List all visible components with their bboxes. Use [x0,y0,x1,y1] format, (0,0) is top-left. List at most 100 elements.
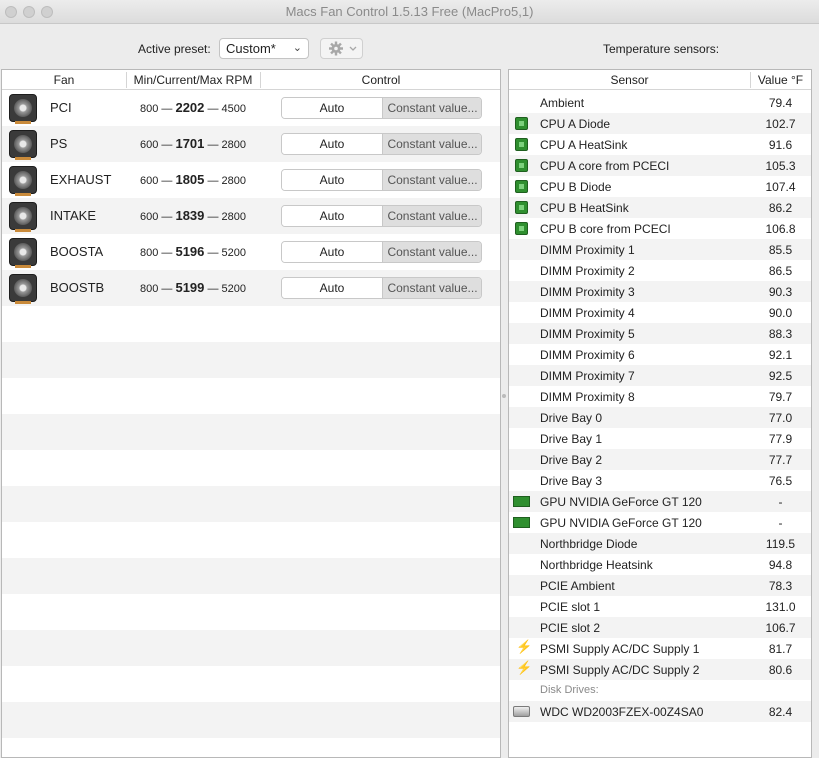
fan-rpm: 600 — 1701 — 2800 [127,136,259,151]
sensor-row[interactable]: CPU B core from PCECI 106.8 [509,218,811,239]
fan-rpm: 800 — 2202 — 4500 [127,100,259,115]
sensor-value: 79.4 [768,96,793,110]
sensor-name: DIMM Proximity 2 [540,264,635,278]
sensor-row[interactable]: DIMM Proximity 5 88.3 [509,323,811,344]
sensor-row[interactable]: CPU B Diode 107.4 [509,176,811,197]
sensor-row[interactable]: GPU NVIDIA GeForce GT 120 - [509,491,811,512]
sensor-value: - [778,516,783,530]
split-view-handle[interactable] [502,394,506,398]
sensor-row[interactable]: CPU B HeatSink 86.2 [509,197,811,218]
sensor-row[interactable]: ⚡ PSMI Supply AC/DC Supply 1 81.7 [509,638,811,659]
constant-value-button[interactable]: Constant value... [382,206,481,226]
sensor-row[interactable]: DIMM Proximity 6 92.1 [509,344,811,365]
rpm-separator: — [161,175,173,187]
sensor-name: CPU A core from PCECI [540,159,670,173]
chevron-down-icon: ⌄ [292,42,302,54]
sensor-name: DIMM Proximity 5 [540,327,635,341]
sensor-value: 82.4 [768,705,793,719]
sensor-name: CPU A HeatSink [540,138,628,152]
sensor-row[interactable]: Drive Bay 3 76.5 [509,470,811,491]
sensor-row[interactable]: Northbridge Heatsink 94.8 [509,554,811,575]
fan-rpm: 600 — 1805 — 2800 [127,172,259,187]
fan-row: EXHAUST 600 — 1805 — 2800 Auto Constant val… [2,162,500,198]
chip-icon [515,222,528,235]
fan-name: INTAKE [50,208,96,223]
preset-select[interactable]: Custom* ⌄ [219,38,309,59]
active-preset-label: Active preset: [138,42,211,56]
sensor-row[interactable]: DIMM Proximity 2 86.5 [509,260,811,281]
sensor-row[interactable]: Ambient 79.4 [509,92,811,113]
empty-row [2,342,500,378]
constant-value-button[interactable]: Constant value... [382,98,481,118]
sensor-table-header: Sensor Value °F [509,70,811,90]
bolt-icon: ⚡ [516,639,533,654]
sensor-row[interactable]: Drive Bay 0 77.0 [509,407,811,428]
column-header-fan[interactable]: Fan [2,73,126,87]
fan-rpm-max: 4500 [221,103,246,115]
sensor-row[interactable]: DIMM Proximity 7 92.5 [509,365,811,386]
sensor-row[interactable]: PCIE Ambient 78.3 [509,575,811,596]
rpm-separator: — [161,139,173,151]
fan-panel: Fan Min/Current/Max RPM Control PCI 800 —… [1,69,501,758]
column-header-sensor[interactable]: Sensor [509,73,750,87]
auto-button[interactable]: Auto [282,134,382,154]
disk-icon [513,706,530,717]
column-header-control[interactable]: Control [260,73,500,87]
fan-rpm-max: 2800 [221,175,246,187]
sensor-value: 131.0 [765,600,796,614]
auto-button[interactable]: Auto [282,170,382,190]
fan-rpm: 600 — 1839 — 2800 [127,208,259,223]
sensor-name: Northbridge Heatsink [540,558,653,572]
constant-value-button[interactable]: Constant value... [382,242,481,262]
auto-button[interactable]: Auto [282,278,382,298]
sensor-row[interactable]: DIMM Proximity 3 90.3 [509,281,811,302]
rpm-separator: — [207,283,219,295]
sensor-row[interactable]: Drive Bay 1 77.9 [509,428,811,449]
gear-icon [329,41,357,56]
sensor-row[interactable]: GPU NVIDIA GeForce GT 120 - [509,512,811,533]
sensor-value: 85.5 [768,243,793,257]
fan-icon [9,94,37,124]
constant-value-button[interactable]: Constant value... [382,134,481,154]
sensor-name: Drive Bay 2 [540,453,603,467]
fan-rpm-max: 5200 [221,247,246,259]
sensor-row[interactable]: CPU A Diode 102.7 [509,113,811,134]
sensor-row[interactable]: Drive Bay 2 77.7 [509,449,811,470]
disk-drives-group-label: Disk Drives: [540,684,599,696]
column-header-value[interactable]: Value °F [750,73,811,87]
sensor-row[interactable]: DIMM Proximity 4 90.0 [509,302,811,323]
constant-value-button[interactable]: Constant value... [382,170,481,190]
sensor-row[interactable]: DIMM Proximity 1 85.5 [509,239,811,260]
fan-control-segmented: Auto Constant value... [281,133,482,155]
auto-button[interactable]: Auto [282,242,382,262]
sensor-row[interactable]: DIMM Proximity 8 79.7 [509,386,811,407]
column-header-rpm[interactable]: Min/Current/Max RPM [126,73,260,87]
sensor-name: PSMI Supply AC/DC Supply 1 [540,642,700,656]
sensor-value: 76.5 [768,474,793,488]
sensor-name: DIMM Proximity 4 [540,306,635,320]
preset-actions-menu[interactable] [320,38,363,59]
sensor-value: 77.0 [768,411,793,425]
sensor-row[interactable]: PCIE slot 2 106.7 [509,617,811,638]
auto-button[interactable]: Auto [282,98,382,118]
sensor-row[interactable]: CPU A HeatSink 91.6 [509,134,811,155]
fan-table-header: Fan Min/Current/Max RPM Control [2,70,500,90]
auto-button[interactable]: Auto [282,206,382,226]
fan-rpm: 800 — 5199 — 5200 [127,280,259,295]
sensor-row[interactable]: Northbridge Diode 119.5 [509,533,811,554]
fan-icon [9,238,37,268]
sensor-value: 88.3 [768,327,793,341]
sensor-value: 94.8 [768,558,793,572]
sensor-row[interactable]: PCIE slot 1 131.0 [509,596,811,617]
sensor-name: DIMM Proximity 8 [540,390,635,404]
sensor-row[interactable]: ⚡ PSMI Supply AC/DC Supply 2 80.6 [509,659,811,680]
fan-control-segmented: Auto Constant value... [281,97,482,119]
sensor-value: 86.5 [768,264,793,278]
constant-value-button[interactable]: Constant value... [382,278,481,298]
empty-row [2,630,500,666]
fan-rpm-min: 800 [139,103,159,115]
empty-row [2,414,500,450]
sensor-row[interactable]: CPU A core from PCECI 105.3 [509,155,811,176]
sensor-row[interactable]: WDC WD2003FZEX-00Z4SA0 82.4 [509,701,811,722]
sensor-value: - [778,495,783,509]
